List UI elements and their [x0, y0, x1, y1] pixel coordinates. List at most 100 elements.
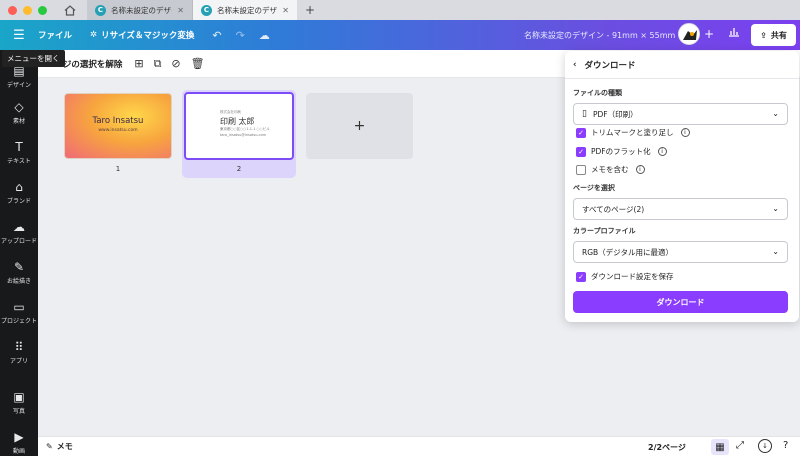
- editor-header: ☰ ファイル ✲ リサイズ＆マジック変換 ↶ ↷ ☁ 名称未設定のデザイン - 9…: [0, 20, 800, 50]
- sidebar-item-label: アプリ: [9, 358, 28, 365]
- canva-logo-icon: C: [95, 4, 106, 16]
- canva-logo-icon: C: [201, 4, 212, 16]
- include-notes-option[interactable]: メモを含む i: [576, 164, 645, 175]
- close-window-button[interactable]: [8, 5, 17, 15]
- sidebar-item-photos[interactable]: ▣ 写真: [0, 390, 38, 415]
- help-icon[interactable]: ?: [783, 440, 788, 451]
- tab-design-1[interactable]: C 名称未設定のデザイ… ✕: [87, 0, 192, 20]
- window-controls: [0, 5, 47, 15]
- divider: [565, 78, 799, 79]
- sidebar-item-label: お絵描き: [6, 278, 31, 285]
- resize-menu-label: リサイズ＆マジック変換: [101, 31, 195, 41]
- card-name: 印刷 太郎: [220, 117, 255, 126]
- home-icon[interactable]: [61, 2, 79, 18]
- share-button[interactable]: ⇪ 共有: [751, 24, 796, 46]
- card-url: www.insatsu.com: [98, 128, 138, 133]
- option-label: トリムマークと塗り足し: [591, 128, 674, 137]
- info-icon[interactable]: i: [657, 147, 667, 156]
- sidebar-item-label: アップロード: [0, 238, 37, 245]
- elements-icon: ◇: [14, 100, 24, 114]
- chevron-down-icon: ⌄: [772, 247, 779, 256]
- minimize-window-button[interactable]: [23, 5, 32, 15]
- document-title[interactable]: 名称未設定のデザイン - 91mm × 55mm: [524, 30, 675, 41]
- zoom-window-button[interactable]: [38, 5, 47, 15]
- grid-view-icon[interactable]: ▦: [711, 439, 729, 455]
- sidebar-item-elements[interactable]: ◇ 素材: [0, 100, 38, 125]
- info-icon[interactable]: i: [680, 128, 690, 137]
- color-profile-select[interactable]: RGB（デジタル用に最適） ⌄: [573, 241, 788, 263]
- fullscreen-icon[interactable]: ⤢: [736, 440, 744, 451]
- option-label: ダウンロード設定を保存: [591, 272, 674, 281]
- page-number: 1: [115, 165, 121, 173]
- tab-label: 名称未設定のデザイ…: [217, 5, 277, 15]
- new-tab-icon[interactable]: +: [305, 3, 315, 17]
- folder-icon: ▭: [13, 300, 25, 314]
- video-icon: ▶: [14, 430, 24, 444]
- flatten-pdf-option[interactable]: ✓ PDFのフラット化 i: [576, 146, 667, 157]
- resize-menu[interactable]: ✲ リサイズ＆マジック変換: [90, 29, 194, 41]
- brand-icon: ⌂: [15, 180, 23, 194]
- page-select-label: ページを選択: [573, 184, 615, 192]
- file-menu[interactable]: ファイル: [38, 29, 72, 41]
- hide-page-icon[interactable]: ⊘: [171, 57, 180, 70]
- notes-button[interactable]: ✎ メモ: [46, 441, 73, 452]
- sidebar-item-projects[interactable]: ▭ プロジェクト: [0, 300, 38, 325]
- sidebar-item-design[interactable]: ▤ デザイン: [0, 64, 38, 89]
- page-thumbnail-1[interactable]: Taro Insatsu www.insatsu.com: [64, 93, 172, 159]
- undo-icon[interactable]: ↶: [212, 29, 221, 42]
- avatar[interactable]: [678, 23, 700, 45]
- add-page-icon[interactable]: ⊞: [134, 57, 143, 70]
- redo-icon[interactable]: ↷: [236, 29, 245, 42]
- color-profile-value: RGB（デジタル用に最適）: [582, 247, 674, 257]
- trim-marks-option[interactable]: ✓ トリムマークと塗り足し i: [576, 127, 690, 138]
- sidebar-item-label: 動画: [12, 448, 25, 455]
- checkbox-checked[interactable]: ✓: [576, 127, 586, 138]
- draw-icon: ✎: [13, 260, 25, 274]
- file-type-value: PDF（印刷）: [592, 109, 638, 119]
- tab-design-2[interactable]: C 名称未設定のデザイ… ✕: [192, 0, 297, 20]
- sidebar-item-videos[interactable]: ▶ 動画: [0, 430, 38, 455]
- checkbox-checked[interactable]: ✓: [576, 146, 586, 157]
- panel-title: ダウンロード: [584, 61, 636, 71]
- menu-icon[interactable]: ☰: [0, 28, 38, 43]
- sidebar-item-apps[interactable]: ⠿ アプリ: [0, 340, 38, 365]
- download-button[interactable]: ダウンロード: [573, 291, 788, 313]
- insights-icon[interactable]: [728, 26, 740, 40]
- checkbox-unchecked[interactable]: [576, 164, 586, 175]
- save-settings-option[interactable]: ✓ ダウンロード設定を保存: [576, 271, 674, 282]
- option-label: メモを含む: [591, 165, 629, 174]
- notes-label: メモ: [56, 442, 73, 451]
- file-menu-label: ファイル: [38, 31, 73, 41]
- panel-header: ‹ ダウンロード: [573, 59, 636, 71]
- sidebar-item-text[interactable]: T テキスト: [0, 140, 38, 165]
- left-sidebar: ▤ デザイン ◇ 素材 T テキスト ⌂ ブランド ☁ アップロード ✎ お絵描き ▭ プロジ…: [0, 50, 38, 456]
- page-thumbnail-2[interactable]: 株式会社印刷 印刷 太郎 東京都○○区○○1-1-1 ○○ビル taro_ins…: [184, 92, 294, 160]
- cloud-save-icon[interactable]: ☁: [259, 29, 270, 42]
- document-icon: ▯: [582, 109, 587, 119]
- sidebar-item-label: ブランド: [6, 198, 31, 205]
- add-page-button[interactable]: +: [306, 93, 413, 159]
- sidebar-item-upload[interactable]: ☁ アップロード: [0, 220, 38, 245]
- sidebar-item-label: 素材: [12, 118, 25, 125]
- sidebar-item-brand[interactable]: ⌂ ブランド: [0, 180, 38, 205]
- card-email: taro_insatsu@insatsu.com: [220, 133, 267, 137]
- delete-page-icon[interactable]: 🗑: [191, 57, 205, 70]
- option-label: PDFのフラット化: [591, 147, 651, 156]
- close-tab-icon[interactable]: ✕: [282, 6, 289, 15]
- close-tab-icon[interactable]: ✕: [177, 6, 184, 15]
- page-number: 2: [236, 165, 242, 173]
- magic-icon: ✲: [90, 30, 98, 40]
- add-collaborator-icon[interactable]: +: [704, 27, 714, 41]
- info-icon[interactable]: i: [635, 165, 645, 174]
- card-name: Taro Insatsu: [92, 116, 144, 126]
- sidebar-item-draw[interactable]: ✎ お絵描き: [0, 260, 38, 285]
- checkbox-checked[interactable]: ✓: [576, 271, 586, 282]
- page-count[interactable]: 2/2ページ: [648, 442, 686, 453]
- duplicate-page-icon[interactable]: ⧉: [154, 57, 162, 71]
- download-progress-icon[interactable]: ↓: [758, 439, 772, 453]
- back-icon[interactable]: ‹: [573, 60, 577, 70]
- file-type-select[interactable]: ▯ PDF（印刷） ⌄: [573, 103, 788, 125]
- sidebar-item-label: デザイン: [6, 82, 31, 89]
- page-select-value: すべてのページ(2): [582, 204, 645, 214]
- page-select[interactable]: すべてのページ(2) ⌄: [573, 198, 788, 220]
